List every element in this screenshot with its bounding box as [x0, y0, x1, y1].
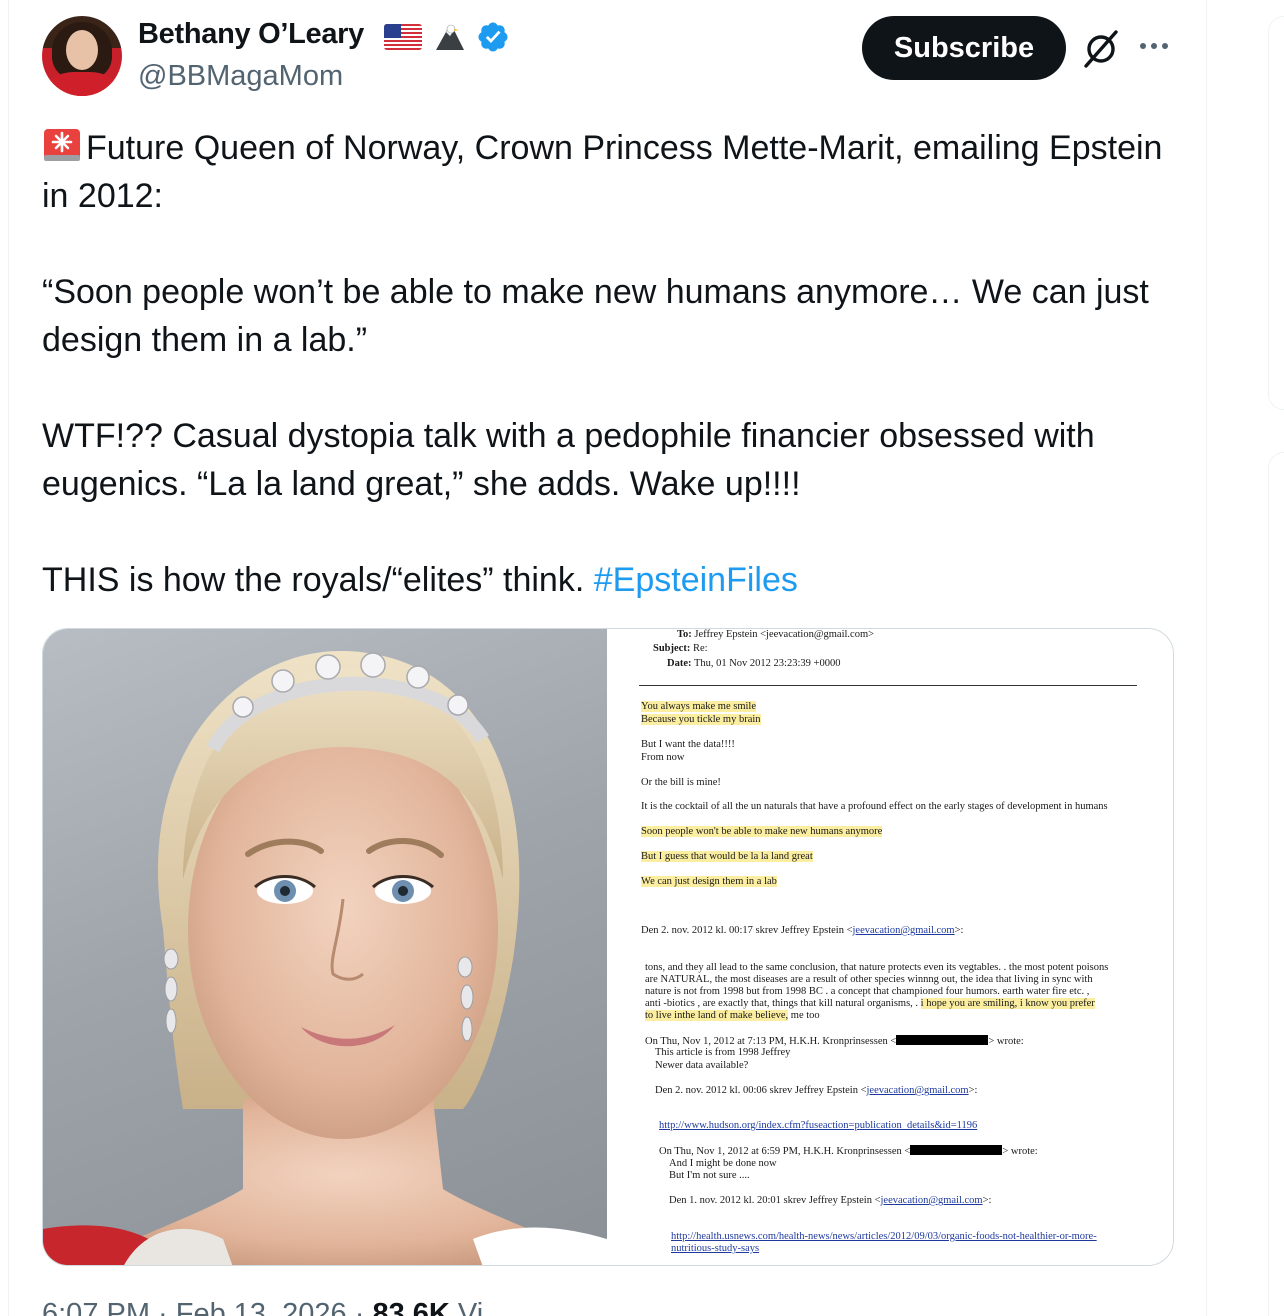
column-divider-left	[8, 0, 9, 1316]
sidebar-card-top	[1268, 16, 1284, 410]
email-line: Soon people won't be able to make new hu…	[641, 826, 883, 837]
email-line: We can just design them in a lab	[641, 876, 777, 887]
tweet-media[interactable]: To: Jeffrey Epstein <jeevacation@gmail.c…	[42, 628, 1174, 1266]
email-line: From now	[641, 752, 685, 763]
grok-icon[interactable]	[1080, 28, 1122, 70]
author-handle[interactable]: @BBMagaMom	[138, 60, 343, 93]
email-line: But I guess that would be la la land gre…	[641, 851, 813, 862]
email-line: are NATURAL, the most diseases are a res…	[645, 974, 1093, 985]
hashtag-link[interactable]: #EpsteinFiles	[594, 561, 798, 599]
author-name[interactable]: Bethany O’Leary	[138, 18, 364, 51]
email-line: This article is from 1998 Jeffrey	[655, 1047, 791, 1058]
email-reply-header: Den 2. nov. 2012 kl. 00:17 skrev Jeffrey…	[641, 925, 964, 936]
email-date: Date: Thu, 01 Nov 2012 23:23:39 +0000	[667, 658, 841, 669]
email-line: You always make me smile	[641, 701, 757, 712]
eagle-icon	[436, 24, 464, 50]
sidebar-card-bottom	[1268, 452, 1284, 1316]
email-line: anti -biotics , are exactly that, things…	[645, 998, 1095, 1009]
email-link[interactable]: http://www.hudson.org/index.cfm?fuseacti…	[659, 1120, 977, 1132]
email-reply-header: Den 2. nov. 2012 kl. 00:06 skrev Jeffrey…	[655, 1085, 978, 1096]
email-link[interactable]: nutritious-study-says	[671, 1243, 759, 1255]
email-divider	[639, 685, 1137, 686]
siren-icon	[44, 129, 80, 161]
verified-icon	[478, 22, 508, 52]
redaction-bar	[910, 1145, 1003, 1155]
email-line: But I'm not sure ....	[669, 1170, 750, 1181]
view-count: 83.6K	[372, 1298, 450, 1316]
tweet-paragraph: THIS is how the royals/“elites” think. #…	[42, 561, 798, 599]
email-line: Or the bill is mine!	[641, 777, 721, 788]
email-reply-header: Den 1. nov. 2012 kl. 20:01 skrev Jeffrey…	[669, 1195, 992, 1206]
portrait-photo[interactable]	[43, 629, 607, 1265]
email-subject: Subject: Re:	[653, 643, 708, 654]
email-line: to live inthe land of make believe, me t…	[645, 1010, 820, 1021]
email-to: To: Jeffrey Epstein <jeevacation@gmail.c…	[677, 629, 875, 640]
tweet-page: Bethany O’Leary @BBMagaMom Subscribe Fut…	[0, 0, 1284, 1316]
avatar[interactable]	[42, 16, 122, 96]
tweet-paragraph: Future Queen of Norway, Crown Princess M…	[42, 124, 1192, 220]
email-line: And I might be done now	[669, 1158, 777, 1169]
redaction-bar	[896, 1035, 989, 1045]
email-line: It is the cocktail of all the un natural…	[641, 801, 1108, 812]
email-line: Because you tickle my brain	[641, 714, 761, 725]
email-link[interactable]: http://health.usnews.com/health-news/new…	[671, 1231, 1097, 1243]
tweet-paragraph: “Soon people won’t be able to make new h…	[42, 273, 1149, 359]
subscribe-button[interactable]: Subscribe	[862, 16, 1066, 80]
email-line: But I want the data!!!!	[641, 739, 735, 750]
email-line: Newer data available?	[655, 1060, 749, 1071]
tweet-timestamp[interactable]: 6:07 PM · Feb 13, 2026 · 83.6K Vi	[42, 1298, 483, 1316]
tweet-text: Future Queen of Norway, Crown Princess M…	[42, 124, 1192, 604]
email-document[interactable]: To: Jeffrey Epstein <jeevacation@gmail.c…	[607, 629, 1173, 1265]
portrait-illustration	[43, 650, 607, 1265]
column-divider-right	[1206, 0, 1207, 1316]
more-icon[interactable]	[1136, 36, 1172, 56]
us-flag-icon	[384, 24, 422, 50]
tweet-paragraph: WTF!?? Casual dystopia talk with a pedop…	[42, 417, 1095, 503]
email-line: tons, and they all lead to the same conc…	[645, 962, 1109, 973]
email-quote-header: On Thu, Nov 1, 2012 at 6:59 PM, H.K.H. K…	[659, 1145, 1038, 1157]
email-line: nature is not from 1998 but from 1998 BC…	[645, 986, 1090, 997]
